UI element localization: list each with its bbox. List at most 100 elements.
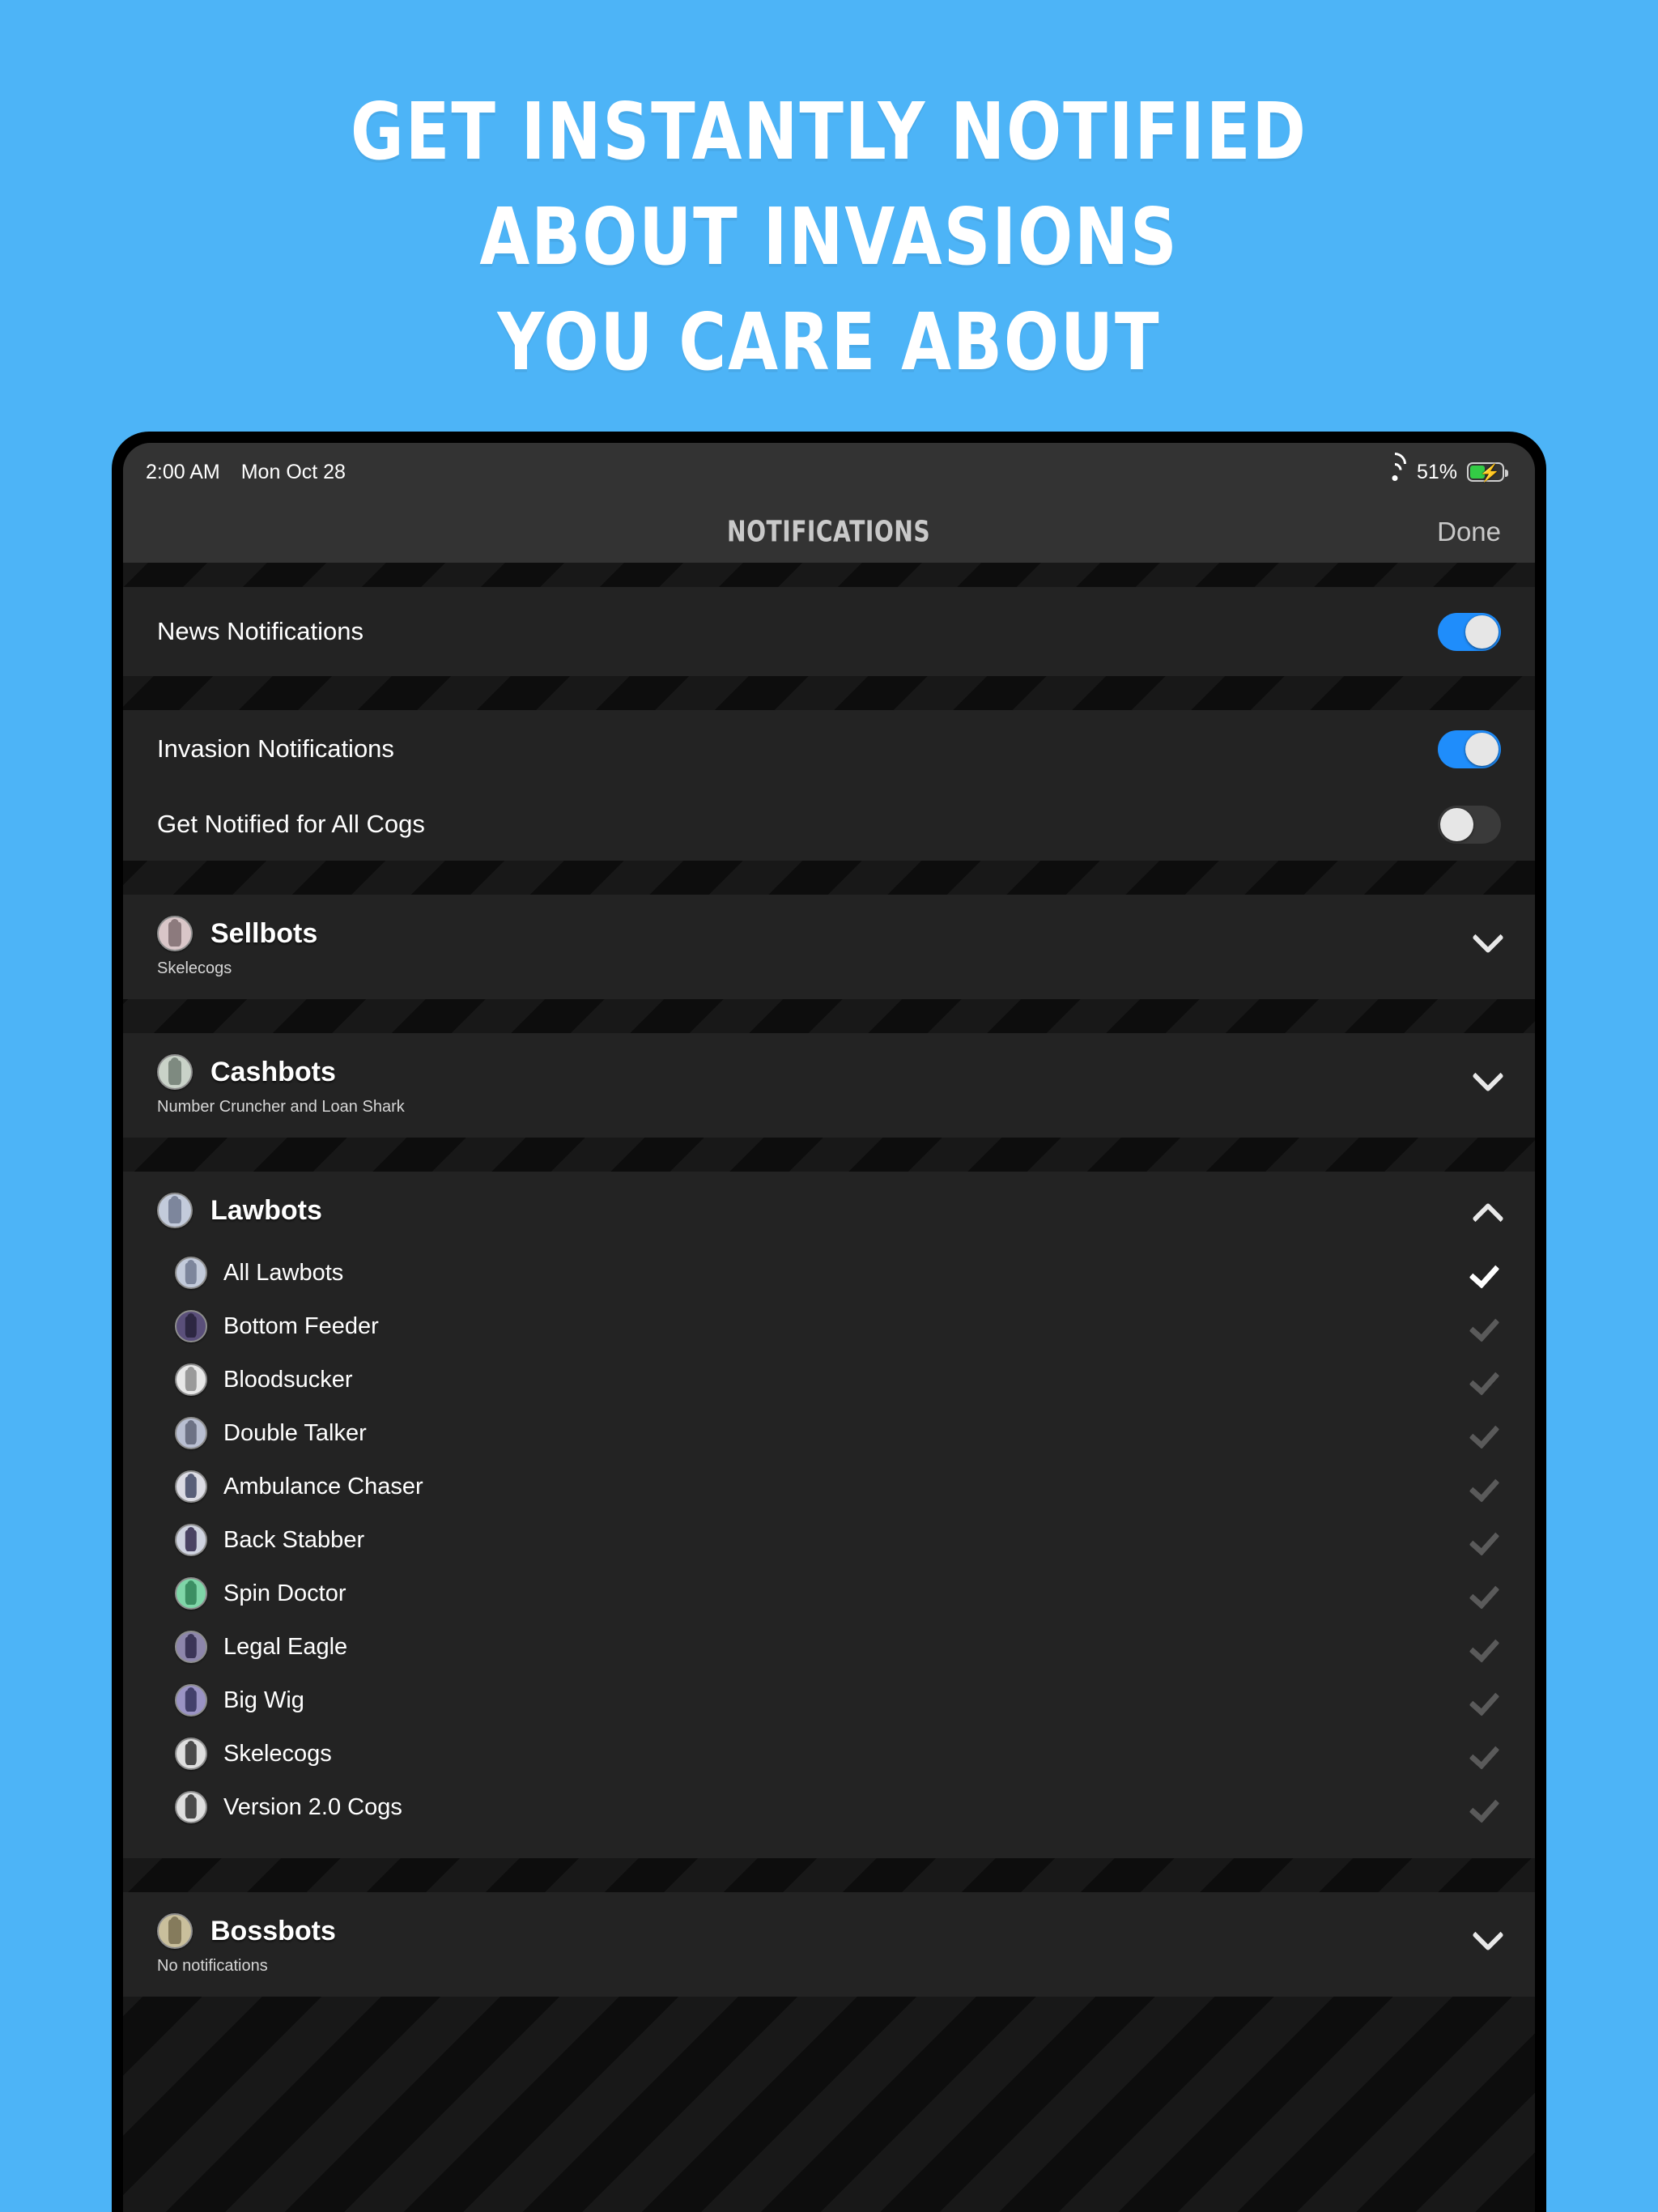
lawbot-item-label: Big Wig	[223, 1687, 304, 1713]
cog-avatar-icon	[175, 1738, 207, 1770]
cog-avatar-icon	[175, 1684, 207, 1716]
lawbot-list-item[interactable]: Big Wig	[123, 1674, 1535, 1727]
all-cogs-label: Get Notified for All Cogs	[157, 810, 425, 838]
cog-avatar-icon	[175, 1631, 207, 1663]
group-card-lawbots: Lawbots All Lawbots Bottom Feeder Bloodsuc…	[123, 1172, 1535, 1858]
news-notifications-label: News Notifications	[157, 617, 363, 645]
check-icon-unselected[interactable]	[1472, 1793, 1501, 1822]
group-header-sellbots[interactable]: Sellbots	[123, 895, 1535, 955]
headline-line-1: Get Instantly Notified	[351, 85, 1307, 178]
headline-line-3: You Care About	[497, 296, 1161, 389]
lawbot-list-item[interactable]: Bottom Feeder	[123, 1300, 1535, 1353]
invasion-notifications-row[interactable]: Invasion Notifications	[123, 710, 1535, 788]
invasion-notifications-card: Invasion Notifications Get Notified for …	[123, 710, 1535, 861]
group-header-cashbots[interactable]: Cashbots	[123, 1033, 1535, 1093]
lawbot-list-item[interactable]: Double Talker	[123, 1406, 1535, 1460]
status-bar: 2:00 AM Mon Oct 28 51% ⚡	[123, 443, 1535, 501]
check-icon-unselected[interactable]	[1472, 1686, 1501, 1715]
lawbot-item-label: Bloodsucker	[223, 1366, 353, 1393]
check-icon-unselected[interactable]	[1472, 1312, 1501, 1341]
cog-avatar-icon	[175, 1310, 207, 1342]
check-icon-unselected[interactable]	[1472, 1365, 1501, 1394]
all-cogs-toggle[interactable]	[1438, 805, 1501, 844]
marketing-headline: Get Instantly Notified About Invasions Y…	[0, 0, 1658, 429]
cog-avatar-icon	[175, 1524, 207, 1556]
check-icon-unselected[interactable]	[1472, 1579, 1501, 1608]
lawbot-item-label: Skelecogs	[223, 1740, 332, 1767]
group-name-bossbots: Bossbots	[210, 1915, 336, 1946]
all-cogs-row[interactable]: Get Notified for All Cogs	[123, 788, 1535, 861]
section-separator	[123, 999, 1535, 1033]
lawbot-item-label: Back Stabber	[223, 1526, 365, 1553]
cog-avatar-icon	[175, 1470, 207, 1503]
check-icon-unselected[interactable]	[1472, 1419, 1501, 1448]
invasion-notifications-toggle[interactable]	[1438, 730, 1501, 768]
wifi-icon	[1379, 448, 1411, 482]
group-header-lawbots[interactable]: Lawbots	[123, 1172, 1535, 1246]
lawbot-list-item[interactable]: Back Stabber	[123, 1513, 1535, 1567]
news-notifications-card: News Notifications	[123, 587, 1535, 676]
lawbot-item-label: Spin Doctor	[223, 1580, 346, 1606]
settings-list[interactable]: News Notifications Invasion Notification…	[123, 563, 1535, 2212]
chevron-down-icon[interactable]	[1473, 920, 1501, 947]
check-icon-unselected[interactable]	[1472, 1739, 1501, 1768]
invasion-notifications-label: Invasion Notifications	[157, 734, 394, 763]
device-screen: 2:00 AM Mon Oct 28 51% ⚡ NOTIFICATIONS D…	[123, 443, 1535, 2212]
group-name-sellbots: Sellbots	[210, 917, 318, 949]
lawbot-item-label: Double Talker	[223, 1419, 367, 1446]
lawbot-list-item[interactable]: Bloodsucker	[123, 1353, 1535, 1406]
done-button[interactable]: Done	[1437, 517, 1501, 547]
section-separator	[123, 1858, 1535, 1892]
section-separator	[123, 1997, 1535, 2031]
battery-charging-icon: ⚡	[1467, 462, 1508, 483]
bossbots-cog-icon	[157, 1913, 193, 1949]
headline-line-2: About Invasions	[479, 190, 1179, 283]
cog-avatar-icon	[175, 1791, 207, 1823]
lawbot-list-item[interactable]: All Lawbots	[123, 1246, 1535, 1300]
lawbot-item-label: Legal Eagle	[223, 1633, 348, 1660]
group-subtitle-cashbots: Number Cruncher and Loan Shark	[157, 1098, 405, 1116]
group-subtitle-bossbots: No notifications	[157, 1957, 268, 1975]
chevron-down-icon[interactable]	[1473, 1058, 1501, 1086]
lawbot-item-label: Version 2.0 Cogs	[223, 1793, 402, 1820]
cog-avatar-icon	[175, 1417, 207, 1449]
battery-percent-label: 51%	[1416, 460, 1457, 483]
sellbots-cog-icon	[157, 916, 193, 951]
lawbot-item-label: All Lawbots	[223, 1259, 344, 1286]
group-card-sellbots: Sellbots Skelecogs	[123, 895, 1535, 999]
lawbot-list-item[interactable]: Legal Eagle	[123, 1620, 1535, 1674]
lawbot-list-item[interactable]: Spin Doctor	[123, 1567, 1535, 1620]
chevron-down-icon[interactable]	[1473, 1917, 1501, 1945]
section-separator	[123, 676, 1535, 710]
check-icon-unselected[interactable]	[1472, 1525, 1501, 1555]
lawbots-item-list: All Lawbots Bottom Feeder Bloodsucker Doubl…	[123, 1246, 1535, 1834]
section-separator	[123, 861, 1535, 895]
lawbot-item-label: Bottom Feeder	[223, 1312, 379, 1339]
check-icon-selected[interactable]	[1472, 1258, 1501, 1287]
news-notifications-toggle[interactable]	[1438, 612, 1501, 651]
cog-avatar-icon	[175, 1577, 207, 1610]
group-name-cashbots: Cashbots	[210, 1056, 336, 1087]
status-time: 2:00 AM	[146, 460, 220, 483]
lawbots-cog-icon	[157, 1193, 193, 1228]
navigation-bar: NOTIFICATIONS Done	[123, 501, 1535, 563]
lawbot-list-item[interactable]: Version 2.0 Cogs	[123, 1780, 1535, 1834]
chevron-up-icon[interactable]	[1473, 1197, 1501, 1224]
page-title: NOTIFICATIONS	[727, 515, 931, 549]
news-notifications-row[interactable]: News Notifications	[123, 587, 1535, 676]
check-icon-unselected[interactable]	[1472, 1632, 1501, 1661]
lawbot-list-item[interactable]: Skelecogs	[123, 1727, 1535, 1780]
group-card-cashbots: Cashbots Number Cruncher and Loan Shark	[123, 1033, 1535, 1138]
group-subtitle-sellbots: Skelecogs	[157, 959, 232, 977]
cashbots-cog-icon	[157, 1054, 193, 1090]
group-header-bossbots[interactable]: Bossbots	[123, 1892, 1535, 1952]
group-card-bossbots: Bossbots No notifications	[123, 1892, 1535, 1997]
lawbot-item-label: Ambulance Chaser	[223, 1473, 423, 1499]
status-date: Mon Oct 28	[240, 460, 346, 483]
check-icon-unselected[interactable]	[1472, 1472, 1501, 1501]
section-separator	[123, 1138, 1535, 1172]
cog-avatar-icon	[175, 1363, 207, 1396]
lawbot-list-item[interactable]: Ambulance Chaser	[123, 1460, 1535, 1513]
cog-avatar-icon	[175, 1257, 207, 1289]
